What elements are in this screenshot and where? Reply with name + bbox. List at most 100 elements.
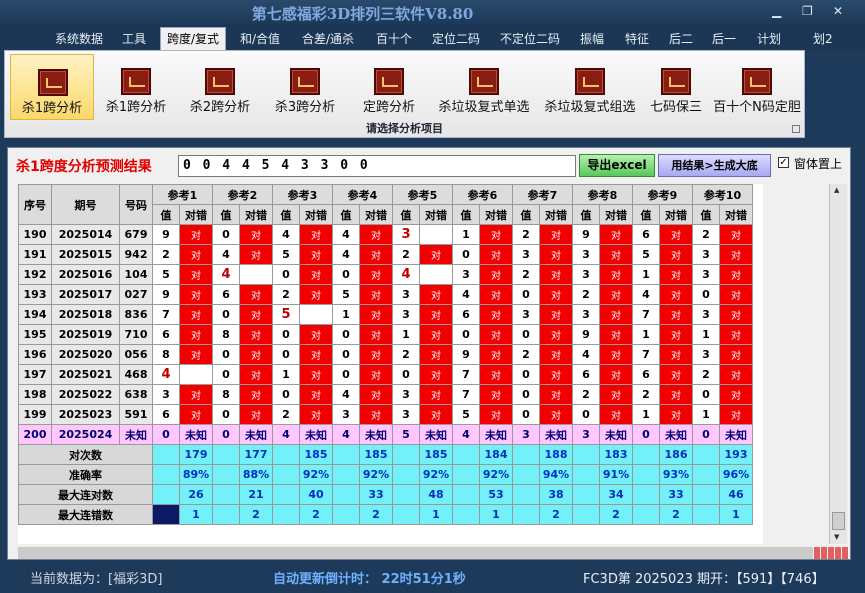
resize-grip[interactable] <box>814 547 848 559</box>
stat-value: 185 <box>299 444 333 465</box>
result-right: 对 <box>659 304 693 325</box>
analysis-panel: 杀1跨度分析预测结果 0 0 4 4 5 4 3 3 0 0 导出excel 用… <box>7 147 851 560</box>
result-right: 对 <box>719 264 753 285</box>
export-excel-button[interactable]: 导出excel <box>579 154 655 177</box>
ref-value: 8 <box>212 384 240 405</box>
menu-item[interactable]: 计划 <box>757 30 781 47</box>
stat-value: 88% <box>239 464 273 485</box>
stat-value: 2 <box>359 504 393 525</box>
result-right: 对 <box>359 364 393 385</box>
scroll-thumb[interactable] <box>832 512 845 530</box>
menu-item[interactable]: 百十个 <box>376 30 412 47</box>
row-issue: 2025014 <box>51 224 120 245</box>
ribbon-button[interactable]: 定跨分析 <box>347 54 431 120</box>
table-row[interactable]: 198 2025022 638 3 对 8 对 0 对 4 对 3 对 7 对 0 对 2 对 2 对 0 对 <box>18 384 753 405</box>
result-right: 对 <box>659 324 693 345</box>
menu-item[interactable]: 后一 <box>712 30 736 47</box>
row-seq: 198 <box>18 384 52 405</box>
menu-item[interactable]: 定位二码 <box>432 30 480 47</box>
col-header-ref: 参考8 <box>572 184 633 205</box>
scroll-down-icon[interactable]: ▼ <box>834 533 839 541</box>
ref-value: 4 <box>212 264 240 285</box>
sub-header-value: 值 <box>452 204 480 225</box>
scroll-up-icon[interactable]: ▲ <box>834 186 839 194</box>
menu-item[interactable]: 系统数据 <box>55 30 103 47</box>
ref-value: 0 <box>212 344 240 365</box>
sub-header-result: 对错 <box>479 204 513 225</box>
sub-header-value: 值 <box>512 204 540 225</box>
result-right: 对 <box>659 284 693 305</box>
table-row[interactable]: 194 2025018 836 7 对 0 对 5 1 对 3 对 6 对 3 对 3 对 7 对 3 对 <box>18 304 753 325</box>
row-issue: 2025023 <box>51 404 120 425</box>
table-row[interactable]: 195 2025019 710 6 对 8 对 0 对 0 对 1 对 0 对 0 对 9 对 1 对 1 对 <box>18 324 753 345</box>
stat-blank <box>572 444 600 465</box>
result-right: 对 <box>179 244 213 265</box>
col-header-ref: 参考4 <box>332 184 393 205</box>
ribbon-button[interactable]: 杀垃圾复式单选 <box>432 54 536 120</box>
generate-base-button[interactable]: 用结果>生成大底 <box>658 154 771 177</box>
table-row-pending[interactable]: 200 2025024 未知 0 未知 0 未知 4 未知 4 未知 5 未知 4 未知 3 未知 3 未知 0 未知 0… <box>18 424 753 445</box>
stat-blank <box>572 464 600 485</box>
prediction-result-field[interactable]: 0 0 4 4 5 4 3 3 0 0 <box>178 155 576 177</box>
menu-item[interactable]: 和/合值 <box>240 30 280 47</box>
menu-item[interactable]: 划2 <box>813 30 833 47</box>
stat-blank <box>392 504 420 525</box>
window-title: 第七感福彩3D排列三软件V8.80 <box>251 5 474 23</box>
ref-value: 1 <box>332 304 360 325</box>
table-row[interactable]: 196 2025020 056 8 对 0 对 0 对 0 对 2 对 9 对 2 对 4 对 7 对 3 对 <box>18 344 753 365</box>
table-row[interactable]: 197 2025021 468 4 0 对 1 对 0 对 0 对 7 对 0 对 6 对 6 对 2 对 <box>18 364 753 385</box>
result-right: 对 <box>419 404 453 425</box>
window-on-top-checkbox[interactable]: ✓ <box>778 157 789 168</box>
stat-value: 185 <box>419 444 453 465</box>
stat-value: 96% <box>719 464 753 485</box>
result-right: 对 <box>539 284 573 305</box>
stat-value: 1 <box>179 504 213 525</box>
menu-item[interactable]: 合差/通杀 <box>302 30 354 47</box>
stat-blank <box>332 444 360 465</box>
close-icon[interactable]: ✕ <box>833 4 843 18</box>
analysis-ribbon: 杀1跨分析 杀1跨分析 杀2跨分析 杀3跨分析 定跨分析 杀垃圾复式单选 杀垃圾复式组选 七码… <box>4 50 805 138</box>
ribbon-button[interactable]: 杀垃圾复式组选 <box>537 54 643 120</box>
stat-value: 2 <box>539 504 573 525</box>
result-right: 对 <box>299 364 333 385</box>
menu-item[interactable]: 特征 <box>625 30 649 47</box>
horizontal-scrollbar[interactable] <box>18 547 813 559</box>
ribbon-button[interactable]: 七码保三 <box>645 54 707 120</box>
menu-item[interactable]: 跨度/复式 <box>160 27 227 51</box>
ribbon-button[interactable]: 杀2跨分析 <box>178 54 262 120</box>
menu-item[interactable]: 不定位二码 <box>500 30 560 47</box>
table-row[interactable]: 199 2025023 591 6 对 0 对 2 对 3 对 3 对 5 对 0 对 0 对 1 对 1 对 <box>18 404 753 425</box>
ribbon-button[interactable]: 百十个N码定胆 <box>709 54 805 120</box>
ribbon-expand-icon[interactable] <box>792 125 800 133</box>
result-right: 对 <box>359 264 393 285</box>
vertical-scrollbar[interactable]: ▲ ▼ <box>829 184 847 544</box>
result-right: 对 <box>359 324 393 345</box>
minimize-icon[interactable]: ▁ <box>772 4 781 18</box>
menu-item[interactable]: 后二 <box>669 30 693 47</box>
result-right: 对 <box>479 284 513 305</box>
table-row[interactable]: 193 2025017 027 9 对 6 对 2 对 5 对 3 对 4 对 0 对 2 对 4 对 0 对 <box>18 284 753 305</box>
ribbon-button[interactable]: 杀3跨分析 <box>263 54 347 120</box>
stat-blank <box>152 484 180 505</box>
maximize-icon[interactable]: ❐ <box>802 4 813 18</box>
result-right: 对 <box>419 284 453 305</box>
stat-value: 46 <box>719 484 753 505</box>
table-row[interactable]: 192 2025016 104 5 对 4 0 对 0 对 4 3 对 2 对 3 对 1 对 3 对 <box>18 264 753 285</box>
sub-header-value: 值 <box>332 204 360 225</box>
result-wrong <box>419 264 453 285</box>
chart-icon <box>121 68 151 95</box>
ref-value: 1 <box>272 364 300 385</box>
stat-blank <box>692 464 720 485</box>
ribbon-button[interactable]: 杀1跨分析 <box>10 54 94 120</box>
menu-item[interactable]: 振幅 <box>580 30 604 47</box>
ribbon-button-label: 杀垃圾复式单选 <box>438 100 530 115</box>
result-right: 对 <box>599 364 633 385</box>
table-row[interactable]: 191 2025015 942 2 对 4 对 5 对 4 对 2 对 0 对 3 对 3 对 5 对 3 对 <box>18 244 753 265</box>
row-issue: 2025019 <box>51 324 120 345</box>
result-right: 对 <box>599 284 633 305</box>
menu-item[interactable]: 工具 <box>122 30 146 47</box>
ribbon-button[interactable]: 杀1跨分析 <box>94 54 178 120</box>
result-right: 对 <box>299 324 333 345</box>
table-row[interactable]: 190 2025014 679 9 对 0 对 4 对 4 对 3 1 对 2 对 9 对 6 对 2 对 <box>18 224 753 245</box>
sub-header-result: 对错 <box>419 204 453 225</box>
